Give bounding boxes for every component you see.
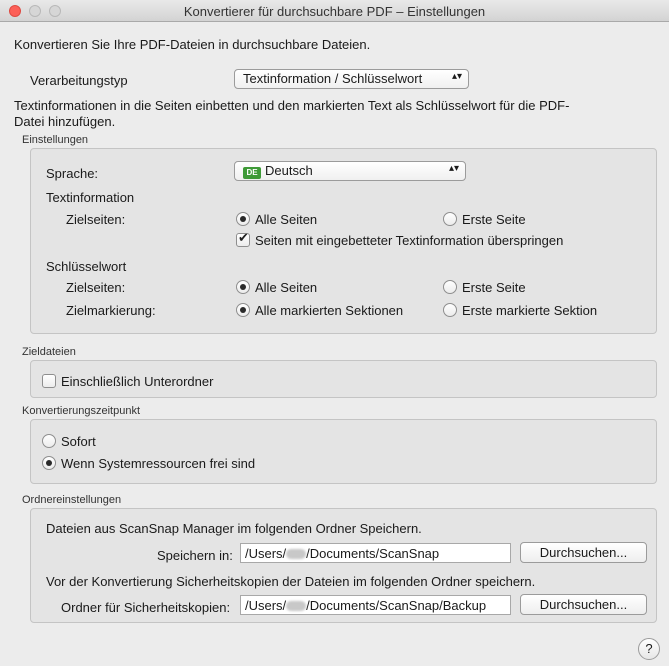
title-bar: Konvertierer für durchsuchbare PDF – Ein… bbox=[0, 0, 669, 22]
backup-path-prefix: /Users/ bbox=[245, 598, 287, 613]
keyword-target-pages-label: Zielseiten: bbox=[66, 280, 126, 295]
help-button[interactable]: ? bbox=[638, 638, 660, 660]
intro-text: Konvertieren Sie Ihre PDF-Dateien in dur… bbox=[14, 37, 371, 52]
processing-type-label: Verarbeitungstyp bbox=[30, 73, 128, 88]
timing-group-label: Konvertierungszeitpunkt bbox=[22, 405, 141, 417]
timing-idle-radio[interactable] bbox=[42, 456, 56, 470]
redacted-username bbox=[286, 601, 307, 611]
save-path-suffix: /Documents/ScanSnap bbox=[306, 546, 440, 561]
target-files-group-label: Zieldateien bbox=[22, 346, 76, 358]
marking-first-section-radio[interactable] bbox=[443, 303, 457, 317]
include-subfolders-label: Einschließlich Unterordner bbox=[61, 374, 214, 389]
save-folder-browse-button[interactable]: Durchsuchen... bbox=[520, 542, 647, 563]
timing-group-box bbox=[30, 419, 657, 484]
save-path-prefix: /Users/ bbox=[245, 546, 287, 561]
language-label: Sprache: bbox=[46, 166, 99, 181]
timing-idle-label: Wenn Systemressourcen frei sind bbox=[61, 456, 256, 471]
language-select[interactable]: DE Deutsch ▴▾ bbox=[234, 161, 466, 181]
updown-chevron-icon: ▴▾ bbox=[451, 71, 462, 82]
keyword-heading: Schlüsselwort bbox=[46, 259, 127, 274]
german-flag-icon: DE bbox=[243, 167, 261, 179]
marking-first-section-label: Erste markierte Sektion bbox=[462, 303, 598, 318]
processing-type-select[interactable]: Textinformation / Schlüsselwort ▴▾ bbox=[234, 69, 469, 89]
save-folder-label: Speichern in: bbox=[157, 548, 233, 563]
processing-description-line1: Textinformationen in die Seiten einbette… bbox=[14, 98, 570, 113]
marking-all-sections-radio[interactable] bbox=[236, 303, 250, 317]
marking-label: Zielmarkierung: bbox=[66, 303, 156, 318]
textinfo-all-pages-label: Alle Seiten bbox=[255, 212, 318, 227]
include-subfolders-checkbox[interactable] bbox=[42, 374, 56, 388]
textinfo-first-page-radio[interactable] bbox=[443, 212, 457, 226]
backup-path-suffix: /Documents/ScanSnap/Backup bbox=[306, 598, 487, 613]
redacted-username bbox=[286, 549, 307, 559]
textinfo-first-page-label: Erste Seite bbox=[462, 212, 526, 227]
keyword-first-page-label: Erste Seite bbox=[462, 280, 526, 295]
timing-immediate-label: Sofort bbox=[61, 434, 96, 449]
marking-all-sections-label: Alle markierten Sektionen bbox=[255, 303, 404, 318]
backup-folder-label: Ordner für Sicherheitskopien: bbox=[61, 600, 231, 615]
processing-type-value: Textinformation / Schlüsselwort bbox=[243, 71, 423, 86]
backup-folder-description: Vor der Konvertierung Sicherheitskopien … bbox=[46, 574, 536, 589]
skip-embedded-text-label: Seiten mit eingebetteter Textinformation… bbox=[255, 233, 564, 248]
processing-description-line2: Datei hinzufügen. bbox=[14, 114, 116, 129]
backup-folder-path-field[interactable]: /Users/ /Documents/ScanSnap/Backup bbox=[240, 595, 511, 615]
keyword-all-pages-label: Alle Seiten bbox=[255, 280, 318, 295]
save-folder-description: Dateien aus ScanSnap Manager im folgende… bbox=[46, 521, 422, 536]
textinfo-all-pages-radio[interactable] bbox=[236, 212, 250, 226]
keyword-first-page-radio[interactable] bbox=[443, 280, 457, 294]
window-title: Konvertierer für durchsuchbare PDF – Ein… bbox=[183, 4, 486, 19]
updown-chevron-icon: ▴▾ bbox=[448, 163, 459, 174]
keyword-all-pages-radio[interactable] bbox=[236, 280, 250, 294]
textinfo-heading: Textinformation bbox=[46, 190, 135, 205]
backup-folder-browse-button[interactable]: Durchsuchen... bbox=[520, 594, 647, 615]
timing-immediate-radio[interactable] bbox=[42, 434, 56, 448]
settings-group-label: Einstellungen bbox=[22, 134, 89, 146]
language-value: Deutsch bbox=[265, 163, 313, 178]
skip-embedded-text-checkbox[interactable] bbox=[236, 231, 250, 247]
folders-group-label: Ordnereinstellungen bbox=[22, 494, 122, 506]
save-folder-path-field[interactable]: /Users/ /Documents/ScanSnap bbox=[240, 543, 511, 563]
textinfo-target-pages-label: Zielseiten: bbox=[66, 212, 126, 227]
